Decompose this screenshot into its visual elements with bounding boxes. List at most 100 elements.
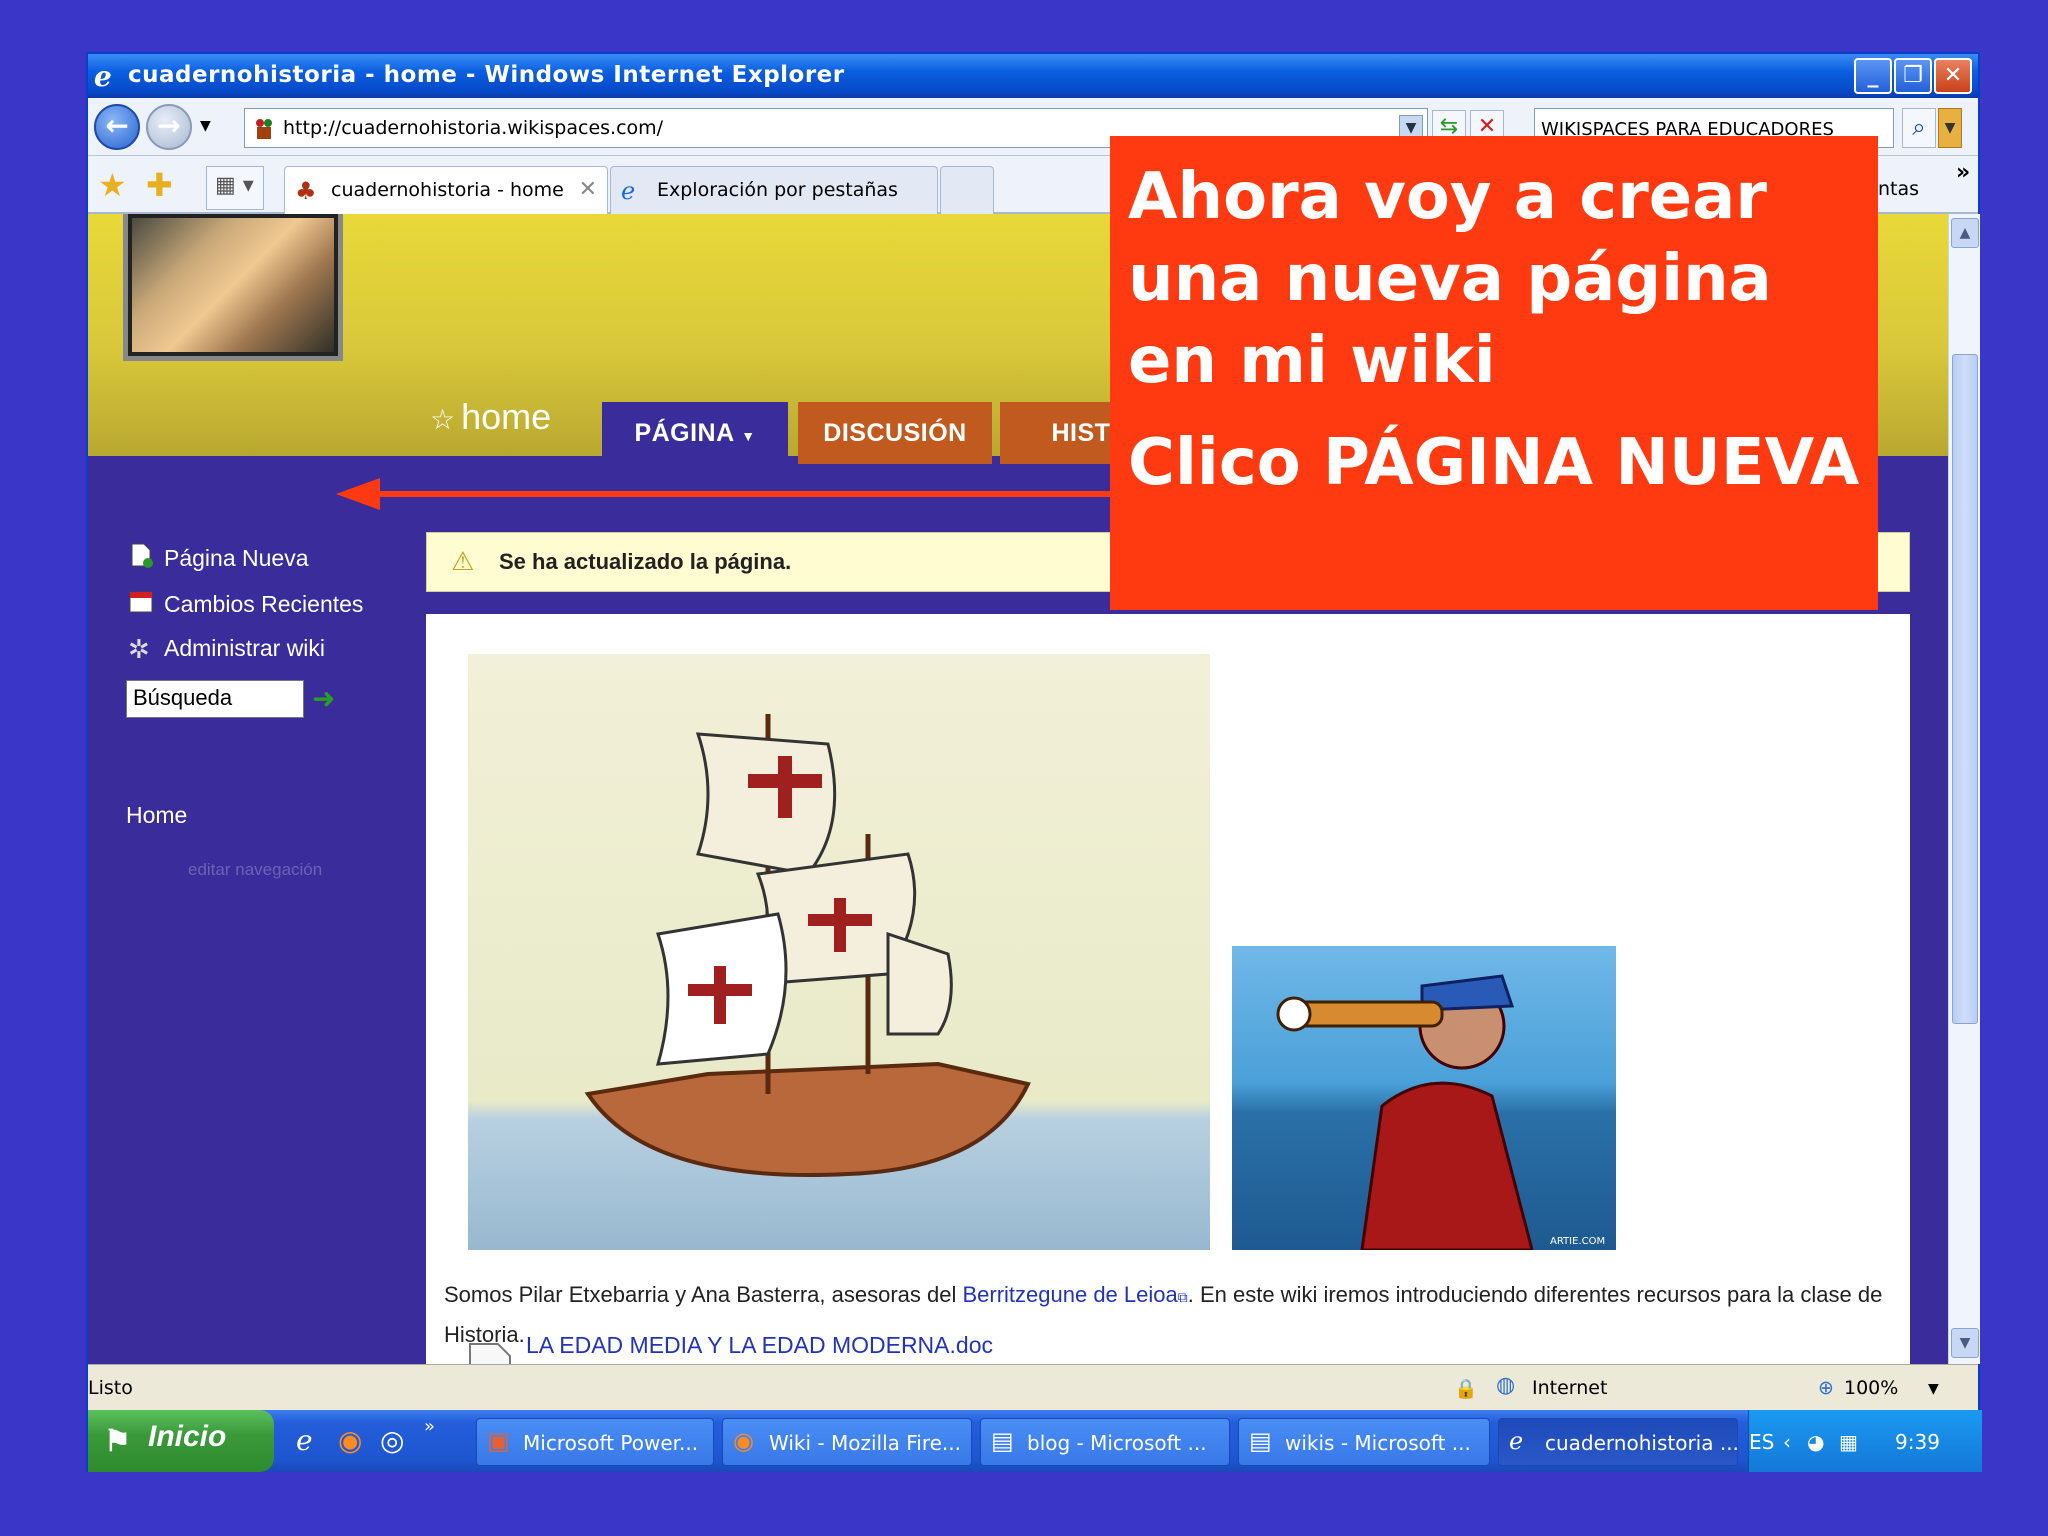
taskbar-button-powerpoint[interactable]: ▣ Microsoft Power... bbox=[476, 1418, 714, 1466]
tab-discusion[interactable]: DISCUSIÓN bbox=[798, 402, 992, 464]
taskbar-button-firefox[interactable]: ◉ Wiki - Mozilla Fire... bbox=[722, 1418, 972, 1466]
zone-text: Internet bbox=[1532, 1377, 1608, 1399]
sidebar-item-label: Página Nueva bbox=[164, 545, 309, 571]
search-options-icon[interactable]: ▼ bbox=[1938, 108, 1962, 148]
wikispaces-tab-icon: ♣ bbox=[295, 177, 317, 205]
security-lock-icon: 🔒 bbox=[1454, 1378, 1478, 1400]
taskbar-label: blog - Microsoft ... bbox=[1027, 1431, 1207, 1455]
tray-expand-icon[interactable]: ‹ bbox=[1783, 1430, 1791, 1454]
url-text: http://cuadernohistoria.wikispaces.com/ bbox=[283, 117, 664, 139]
close-tab-icon[interactable]: ✕ bbox=[579, 177, 597, 202]
ie-icon: ℯ bbox=[1509, 1427, 1524, 1455]
berritzegune-link[interactable]: Berritzegune de Leioa bbox=[962, 1282, 1177, 1307]
restore-button[interactable]: ❐ bbox=[1894, 58, 1932, 94]
quicklaunch-app-icon[interactable]: ◎ bbox=[380, 1424, 404, 1457]
add-favorites-icon[interactable]: ✚ bbox=[146, 166, 173, 204]
taskbar-label: cuadernohistoria ... bbox=[1545, 1431, 1738, 1455]
search-go-icon[interactable]: ➜ bbox=[312, 682, 335, 715]
firefox-quicklaunch-icon[interactable]: ◉ bbox=[338, 1424, 362, 1457]
favorites-star-icon[interactable]: ★ bbox=[98, 166, 127, 204]
ie-icon: e bbox=[94, 60, 112, 93]
chevron-down-icon: ▼ bbox=[741, 428, 756, 444]
vertical-scrollbar[interactable]: ▲ ▼ bbox=[1948, 214, 1980, 1364]
language-indicator[interactable]: ES bbox=[1749, 1430, 1774, 1454]
start-button[interactable]: ⚑ Inicio bbox=[88, 1410, 274, 1472]
scroll-thumb[interactable] bbox=[1952, 354, 1978, 1024]
star-icon[interactable]: ☆ bbox=[430, 404, 455, 435]
image-credit: ARTIE.COM bbox=[1550, 1236, 1605, 1247]
caption-text-pre: Somos Pilar Etxebarria y Ana Basterra, a… bbox=[444, 1282, 963, 1307]
taskbar-label: Wiki - Mozilla Fire... bbox=[769, 1431, 962, 1455]
firefox-icon: ◉ bbox=[733, 1427, 754, 1455]
sidebar-search-input[interactable]: Búsqueda bbox=[126, 680, 304, 718]
title-bar: e cuadernohistoria - home - Windows Inte… bbox=[88, 54, 1978, 98]
clock: 9:39 bbox=[1895, 1430, 1940, 1454]
minimize-button[interactable]: _ bbox=[1854, 58, 1892, 94]
windows-flag-icon: ⚑ bbox=[104, 1425, 131, 1458]
new-page-icon bbox=[131, 543, 153, 568]
gear-icon: ✲ bbox=[128, 634, 150, 664]
sidebar-item-label: Administrar wiki bbox=[164, 635, 326, 661]
zoom-icon[interactable]: ⊕ bbox=[1818, 1377, 1834, 1399]
status-text: Listo bbox=[88, 1377, 133, 1399]
quick-tabs-icon[interactable]: ▦ ▾ bbox=[206, 166, 264, 210]
page-title: ☆ home bbox=[430, 396, 551, 438]
taskbar: ⚑ Inicio ℯ ◉ ◎ » ▣ Microsoft Power... ◉ Wik… bbox=[88, 1410, 1982, 1472]
new-tab-button[interactable] bbox=[940, 166, 994, 214]
calendar-icon bbox=[129, 591, 153, 613]
notice-text: Se ha actualizado la página. bbox=[499, 549, 792, 574]
tab-label: cuadernohistoria - home bbox=[331, 179, 564, 201]
warning-icon: ⚠ bbox=[451, 547, 475, 577]
main-page: ARTIE.COM Somos Pilar Etxebarria y Ana B… bbox=[426, 614, 1910, 1364]
tab-exploracion[interactable]: ℯ Exploración por pestañas bbox=[610, 166, 938, 214]
tools-menu[interactable]: ntas bbox=[1878, 178, 1919, 200]
quicklaunch-more-icon[interactable]: » bbox=[424, 1416, 435, 1437]
network-icon[interactable]: ▦ bbox=[1839, 1430, 1858, 1454]
sidebar-home-link[interactable]: Home bbox=[126, 802, 187, 829]
tab-pagina[interactable]: PÁGINA ▼ bbox=[602, 402, 788, 464]
word-document-icon: W bbox=[469, 1343, 511, 1364]
sidebar-item-pagina-nueva[interactable]: Página Nueva bbox=[128, 542, 309, 572]
forward-button[interactable]: → bbox=[146, 104, 192, 150]
sidebar-item-label: Cambios Recientes bbox=[164, 591, 364, 617]
scroll-down-icon[interactable]: ▼ bbox=[1951, 1328, 1979, 1358]
globe-icon: ◍ bbox=[1496, 1373, 1516, 1398]
powerpoint-icon: ▣ bbox=[487, 1427, 510, 1455]
status-bar: Listo 🔒 ◍ Internet ⊕ 100% ▼ bbox=[88, 1364, 1978, 1410]
ie-quicklaunch-icon[interactable]: ℯ bbox=[296, 1424, 313, 1457]
ie-tab-icon: ℯ bbox=[621, 177, 636, 205]
word-icon: ▤ bbox=[991, 1427, 1014, 1455]
spyglass-man-image: ARTIE.COM bbox=[1232, 946, 1616, 1250]
page-title-text: home bbox=[461, 396, 552, 437]
tray-app-icon[interactable]: ◕ bbox=[1807, 1430, 1824, 1454]
search-icon[interactable]: ⌕ bbox=[1902, 108, 1936, 148]
word-icon: ▤ bbox=[1249, 1427, 1272, 1455]
zoom-dropdown-icon[interactable]: ▼ bbox=[1928, 1381, 1939, 1397]
window-title: cuadernohistoria - home - Windows Intern… bbox=[128, 62, 845, 88]
history-dropdown-icon[interactable]: ▼ bbox=[200, 118, 211, 134]
doc-download-link[interactable]: LA EDAD MEDIA Y LA EDAD MODERNA.doc bbox=[526, 1332, 993, 1359]
system-tray: ES ‹ ◕ ▦ 9:39 bbox=[1748, 1410, 1982, 1472]
scroll-up-icon[interactable]: ▲ bbox=[1951, 218, 1979, 248]
tab-cuadernohistoria[interactable]: ♣ cuadernohistoria - home ✕ bbox=[284, 166, 608, 214]
edit-navigation-link[interactable]: editar navegación bbox=[188, 860, 322, 880]
back-button[interactable]: ← bbox=[94, 104, 140, 150]
annotation-arrow bbox=[336, 478, 1116, 510]
callout-line-2: Clico PÁGINA NUEVA bbox=[1128, 426, 1860, 500]
taskbar-button-blog[interactable]: ▤ blog - Microsoft ... bbox=[980, 1418, 1230, 1466]
site-logo-image bbox=[128, 214, 338, 356]
tab-pagina-label: PÁGINA bbox=[634, 419, 734, 447]
close-button[interactable]: ✕ bbox=[1934, 58, 1972, 94]
sidebar-item-cambios-recientes[interactable]: Cambios Recientes bbox=[128, 588, 363, 618]
taskbar-button-cuadernohistoria[interactable]: ℯ cuadernohistoria ... bbox=[1498, 1418, 1738, 1466]
external-link-icon: ⧉ bbox=[1177, 1289, 1188, 1305]
taskbar-label: wikis - Microsoft ... bbox=[1285, 1431, 1471, 1455]
taskbar-button-wikis[interactable]: ▤ wikis - Microsoft ... bbox=[1238, 1418, 1490, 1466]
toolbar-chevron-icon[interactable]: » bbox=[1956, 160, 1970, 185]
start-label: Inicio bbox=[148, 1420, 227, 1453]
zoom-level[interactable]: 100% bbox=[1844, 1377, 1898, 1399]
tab-label: Exploración por pestañas bbox=[657, 179, 898, 201]
taskbar-label: Microsoft Power... bbox=[523, 1431, 699, 1455]
sidebar-item-administrar-wiki[interactable]: ✲ Administrar wiki bbox=[128, 634, 326, 664]
instruction-callout: Ahora voy a crear una nueva página en mi… bbox=[1110, 136, 1878, 610]
